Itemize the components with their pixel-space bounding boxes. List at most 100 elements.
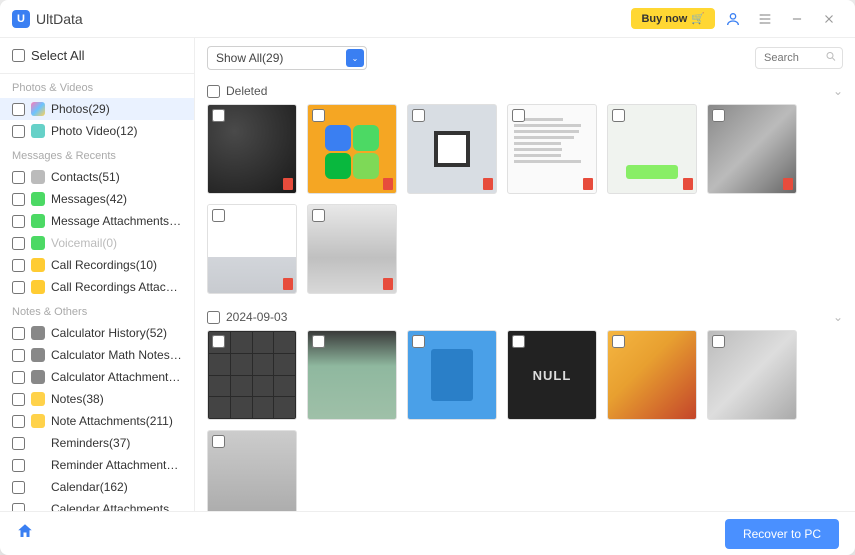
sidebar-item-notes[interactable]: Notes(38) <box>0 388 194 410</box>
photo-thumbnail[interactable] <box>307 204 397 294</box>
menu-icon[interactable] <box>751 5 779 33</box>
sidebar-item-calc-attach[interactable]: Calculator Attachments(30) <box>0 366 194 388</box>
thumbnail-checkbox[interactable] <box>312 109 325 122</box>
sidebar-item-call-rec-attach[interactable]: Call Recordings Attachment... <box>0 276 194 298</box>
buy-now-button[interactable]: Buy now 🛒 <box>631 8 715 29</box>
thumbnail-checkbox[interactable] <box>312 335 325 348</box>
sidebar-item-checkbox[interactable] <box>12 503 25 512</box>
group-checkbox[interactable] <box>207 85 220 98</box>
thumbnail-checkbox[interactable] <box>212 209 225 222</box>
sidebar-item-checkbox[interactable] <box>12 349 25 362</box>
chevron-down-icon: ⌄ <box>346 49 364 67</box>
sidebar-item-checkbox[interactable] <box>12 171 25 184</box>
sidebar-item-checkbox[interactable] <box>12 103 25 116</box>
photo-thumbnail[interactable] <box>607 330 697 420</box>
filter-dropdown[interactable]: Show All(29) ⌄ <box>207 46 367 70</box>
sidebar-item-checkbox[interactable] <box>12 281 25 294</box>
sidebar-item-checkbox[interactable] <box>12 237 25 250</box>
photo-thumbnail[interactable] <box>407 330 497 420</box>
sidebar-item-label: Notes(38) <box>51 392 104 406</box>
calc-hist-icon <box>31 326 45 340</box>
sidebar-item-checkbox[interactable] <box>12 371 25 384</box>
close-button[interactable] <box>815 5 843 33</box>
select-all-row[interactable]: Select All <box>0 38 194 74</box>
thumbnail-checkbox[interactable] <box>312 209 325 222</box>
sidebar-item-checkbox[interactable] <box>12 125 25 138</box>
calc-attach-icon <box>31 370 45 384</box>
chevron-down-icon[interactable]: ⌄ <box>833 84 843 98</box>
sidebar-item-calc-math[interactable]: Calculator Math Notes(6) <box>0 344 194 366</box>
thumbnail-checkbox[interactable] <box>412 335 425 348</box>
sidebar-item-label: Calendar(162) <box>51 480 128 494</box>
photo-thumbnail[interactable] <box>707 330 797 420</box>
sidebar-item-voicemail[interactable]: Voicemail(0) <box>0 232 194 254</box>
thumbnail-checkbox[interactable] <box>212 109 225 122</box>
sidebar-item-checkbox[interactable] <box>12 193 25 206</box>
sidebar-item-checkbox[interactable] <box>12 259 25 272</box>
thumbnail-grid: NULL <box>207 330 843 511</box>
recover-button[interactable]: Recover to PC <box>725 519 839 549</box>
sidebar-item-checkbox[interactable] <box>12 481 25 494</box>
select-all-checkbox[interactable] <box>12 49 25 62</box>
thumbnail-checkbox[interactable] <box>612 109 625 122</box>
sidebar-item-reminders[interactable]: Reminders(37) <box>0 432 194 454</box>
sidebar-item-msg-attach[interactable]: Message Attachments(16) <box>0 210 194 232</box>
photo-thumbnail[interactable] <box>407 104 497 194</box>
thumbnail-checkbox[interactable] <box>612 335 625 348</box>
sidebar-item-checkbox[interactable] <box>12 437 25 450</box>
thumbnail-checkbox[interactable] <box>712 335 725 348</box>
photo-thumbnail[interactable] <box>207 430 297 511</box>
call-rec-attach-icon <box>31 280 45 294</box>
sidebar-item-reminder-attach[interactable]: Reminder Attachments(27) <box>0 454 194 476</box>
sidebar-item-messages[interactable]: Messages(42) <box>0 188 194 210</box>
photo-thumbnail[interactable] <box>507 104 597 194</box>
thumbnail-checkbox[interactable] <box>512 109 525 122</box>
photo-thumbnail[interactable] <box>707 104 797 194</box>
photo-groups: Deleted⌄2024-09-03⌄NULL <box>195 78 855 511</box>
minimize-button[interactable] <box>783 5 811 33</box>
photo-thumbnail[interactable] <box>307 330 397 420</box>
photo-thumbnail[interactable] <box>207 104 297 194</box>
group-title: Deleted <box>226 84 267 98</box>
home-icon[interactable] <box>16 522 34 545</box>
reminder-attach-icon <box>31 458 45 472</box>
calc-math-icon <box>31 348 45 362</box>
sidebar-item-label: Call Recordings Attachment... <box>51 280 182 294</box>
main-toolbar: Show All(29) ⌄ <box>195 38 855 78</box>
sidebar-item-call-rec[interactable]: Call Recordings(10) <box>0 254 194 276</box>
group-checkbox[interactable] <box>207 311 220 324</box>
sidebar: Select All Photos & VideosPhotos(29)Phot… <box>0 38 195 511</box>
thumbnail-checkbox[interactable] <box>212 435 225 448</box>
thumbnail-checkbox[interactable] <box>512 335 525 348</box>
sidebar-item-checkbox[interactable] <box>12 327 25 340</box>
sidebar-item-calendar-attach[interactable]: Calendar Attachments(1) <box>0 498 194 511</box>
notes-icon <box>31 392 45 406</box>
thumbnail-checkbox[interactable] <box>212 335 225 348</box>
sidebar-item-checkbox[interactable] <box>12 459 25 472</box>
sidebar-item-label: Reminder Attachments(27) <box>51 458 182 472</box>
photo-thumbnail[interactable] <box>607 104 697 194</box>
sidebar-item-checkbox[interactable] <box>12 415 25 428</box>
chevron-down-icon[interactable]: ⌄ <box>833 310 843 324</box>
sidebar-item-checkbox[interactable] <box>12 215 25 228</box>
sidebar-item-contacts[interactable]: Contacts(51) <box>0 166 194 188</box>
user-icon[interactable] <box>719 5 747 33</box>
sidebar-item-checkbox[interactable] <box>12 393 25 406</box>
thumbnail-checkbox[interactable] <box>412 109 425 122</box>
deleted-badge-icon <box>283 278 293 290</box>
photo-thumbnail[interactable] <box>207 204 297 294</box>
app-logo: U <box>12 10 30 28</box>
sidebar-section-header: Messages & Recents <box>0 142 194 166</box>
sidebar-item-photos[interactable]: Photos(29) <box>0 98 194 120</box>
thumbnail-checkbox[interactable] <box>712 109 725 122</box>
sidebar-item-note-attach[interactable]: Note Attachments(211) <box>0 410 194 432</box>
sidebar-item-calendar[interactable]: Calendar(162) <box>0 476 194 498</box>
cart-icon: 🛒 <box>691 12 705 25</box>
photo-thumbnail[interactable]: NULL <box>507 330 597 420</box>
sidebar-item-calc-hist[interactable]: Calculator History(52) <box>0 322 194 344</box>
sidebar-item-label: Calculator History(52) <box>51 326 167 340</box>
photo-thumbnail[interactable] <box>307 104 397 194</box>
sidebar-item-photo-video[interactable]: Photo Video(12) <box>0 120 194 142</box>
photo-thumbnail[interactable] <box>207 330 297 420</box>
sidebar-section-header: Notes & Others <box>0 298 194 322</box>
